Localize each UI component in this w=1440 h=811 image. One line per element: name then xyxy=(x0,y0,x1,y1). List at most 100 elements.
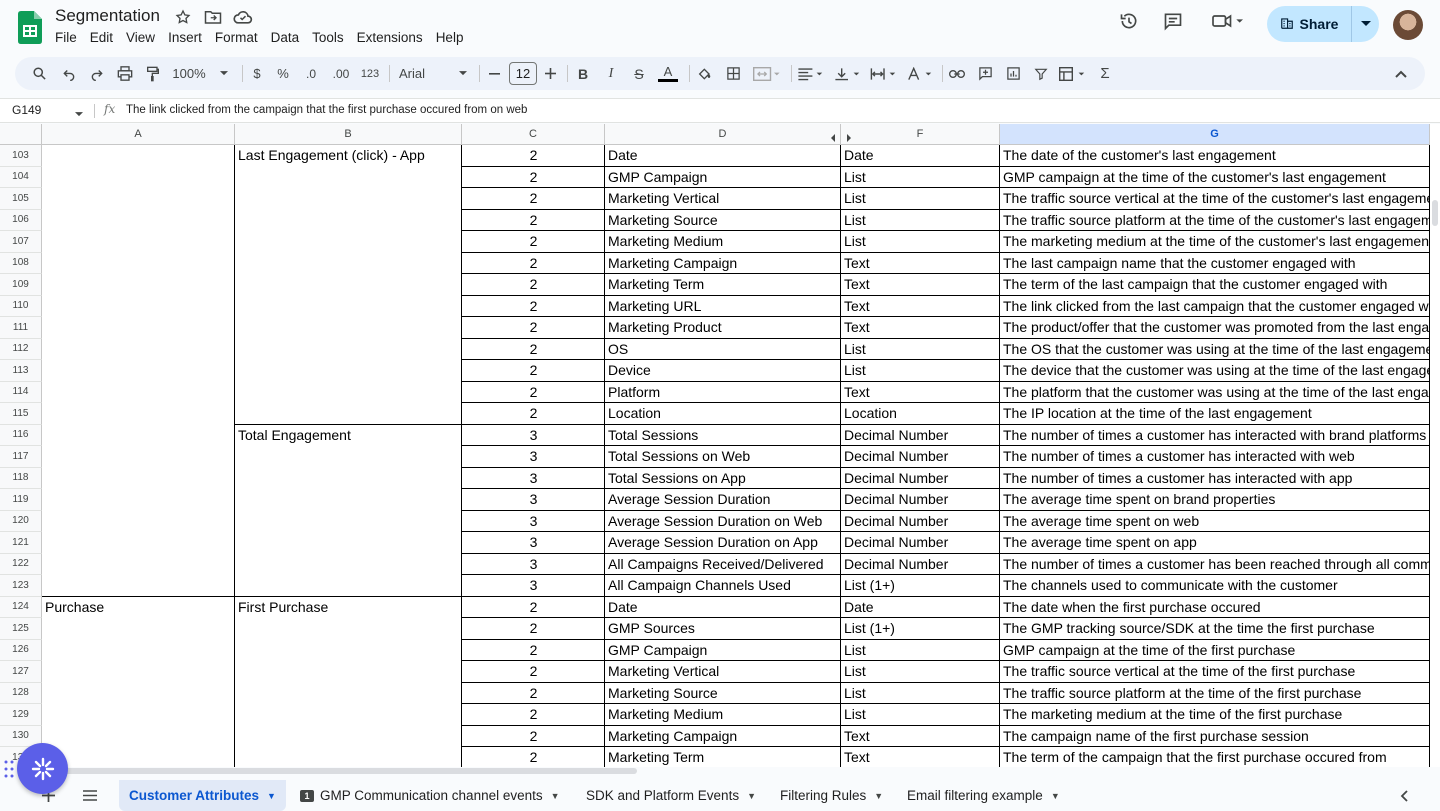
cell-c[interactable]: 2 xyxy=(462,231,605,253)
filter-icon[interactable] xyxy=(1031,62,1051,85)
cell-f[interactable]: Decimal Number xyxy=(841,425,1000,447)
cell-c[interactable]: 2 xyxy=(462,683,605,705)
fill-color-icon[interactable] xyxy=(695,62,715,85)
row-header[interactable]: 117 xyxy=(0,446,42,468)
cell-d[interactable]: Location xyxy=(605,403,841,425)
share-dropdown-icon[interactable] xyxy=(1352,6,1379,42)
cell-d[interactable]: Marketing Vertical xyxy=(605,188,841,210)
row-header[interactable]: 109 xyxy=(0,274,42,296)
cell-f[interactable]: List (1+) xyxy=(841,575,1000,597)
row-header[interactable]: 121 xyxy=(0,532,42,554)
decrease-decimal-button[interactable]: .0 xyxy=(300,62,322,85)
cell-g[interactable]: The platform that the customer was using… xyxy=(1000,382,1430,404)
cell-d[interactable]: Average Session Duration on Web xyxy=(605,511,841,533)
sheets-logo-icon[interactable] xyxy=(18,11,42,44)
cell-f[interactable]: List xyxy=(841,360,1000,382)
assistant-fab-button[interactable] xyxy=(17,743,68,794)
cell-c[interactable]: 3 xyxy=(462,489,605,511)
cell-g[interactable]: The traffic source platform at the time … xyxy=(1000,210,1430,232)
cell-d[interactable]: Total Sessions on App xyxy=(605,468,841,490)
tab-menu-icon[interactable]: ▼ xyxy=(267,791,276,801)
drag-handle-icon[interactable] xyxy=(4,760,14,778)
row-header[interactable]: 105 xyxy=(0,188,42,210)
menu-data[interactable]: Data xyxy=(271,30,307,45)
user-avatar[interactable] xyxy=(1393,10,1423,40)
bold-button[interactable]: B xyxy=(575,62,591,85)
tab-email-filtering[interactable]: Email filtering example ▼ xyxy=(897,780,1070,811)
cell-f[interactable]: Text xyxy=(841,726,1000,748)
cell-g[interactable]: The number of times a customer has inter… xyxy=(1000,446,1430,468)
row-header[interactable]: 113 xyxy=(0,360,42,382)
menu-file[interactable]: File xyxy=(55,30,84,45)
cell-f[interactable]: Decimal Number xyxy=(841,489,1000,511)
cell-c[interactable]: 2 xyxy=(462,188,605,210)
cell-f[interactable]: List xyxy=(841,704,1000,726)
cell-c[interactable]: 2 xyxy=(462,597,605,619)
insert-chart-icon[interactable] xyxy=(1003,62,1023,85)
cell-f[interactable]: Date xyxy=(841,145,1000,167)
cell-d[interactable]: All Campaign Channels Used xyxy=(605,575,841,597)
cell-f[interactable]: Location xyxy=(841,403,1000,425)
collapse-toolbar-icon[interactable] xyxy=(1391,62,1411,85)
cell-d[interactable]: Date xyxy=(605,145,841,167)
undo-icon[interactable] xyxy=(59,62,79,85)
row-header[interactable]: 108 xyxy=(0,252,42,274)
row-header[interactable]: 123 xyxy=(0,575,42,597)
cell-c[interactable]: 2 xyxy=(462,253,605,275)
cell-c[interactable]: 3 xyxy=(462,554,605,576)
cell-c[interactable]: 3 xyxy=(462,511,605,533)
version-history-icon[interactable] xyxy=(1116,8,1142,34)
decrease-font-size-icon[interactable] xyxy=(486,62,502,85)
cell-f[interactable]: List xyxy=(841,661,1000,683)
insert-link-icon[interactable] xyxy=(947,62,967,85)
cell-d[interactable]: Marketing Product xyxy=(605,317,841,339)
cell-g[interactable]: The traffic source platform at the time … xyxy=(1000,683,1430,705)
cell-g[interactable]: The term of the campaign that the first … xyxy=(1000,747,1430,767)
tab-filtering-rules[interactable]: Filtering Rules ▼ xyxy=(770,780,893,811)
cell-a[interactable]: Purchase xyxy=(42,597,235,619)
vertical-scrollbar[interactable] xyxy=(1432,200,1438,226)
row-header[interactable]: 122 xyxy=(0,553,42,575)
select-all-corner[interactable] xyxy=(0,124,42,145)
cell-d[interactable]: Total Sessions xyxy=(605,425,841,447)
cell-d[interactable]: Marketing Medium xyxy=(605,231,841,253)
cell-c[interactable]: 2 xyxy=(462,167,605,189)
italic-button[interactable]: I xyxy=(603,62,619,85)
menu-tools[interactable]: Tools xyxy=(312,30,351,45)
cell-f[interactable]: Text xyxy=(841,253,1000,275)
row-header[interactable]: 110 xyxy=(0,295,42,317)
cell-f[interactable]: Decimal Number xyxy=(841,511,1000,533)
row-header[interactable]: 127 xyxy=(0,661,42,683)
increase-decimal-button[interactable]: .00 xyxy=(328,62,354,85)
cell-d[interactable]: Average Session Duration on App xyxy=(605,532,841,554)
column-header-d[interactable]: D xyxy=(605,124,841,145)
cell-g[interactable]: The date of the customer's last engageme… xyxy=(1000,145,1430,167)
cell-c[interactable]: 2 xyxy=(462,403,605,425)
cell-d[interactable]: Marketing Term xyxy=(605,274,841,296)
menu-extensions[interactable]: Extensions xyxy=(357,30,430,45)
cell-g[interactable]: The average time spent on web xyxy=(1000,511,1430,533)
menu-help[interactable]: Help xyxy=(436,30,471,45)
row-header[interactable]: 107 xyxy=(0,231,42,253)
cell-g[interactable]: The product/offer that the customer was … xyxy=(1000,317,1430,339)
menu-edit[interactable]: Edit xyxy=(90,30,120,45)
horizontal-align-icon[interactable] xyxy=(796,62,826,85)
cell-g[interactable]: The channels used to communicate with th… xyxy=(1000,575,1430,597)
merge-cells-icon[interactable] xyxy=(751,62,783,85)
cell-d[interactable]: Marketing Source xyxy=(605,210,841,232)
cell-f[interactable]: Text xyxy=(841,296,1000,318)
cell-d[interactable]: Device xyxy=(605,360,841,382)
cell-d[interactable]: Platform xyxy=(605,382,841,404)
column-header-g[interactable]: G xyxy=(1000,124,1430,145)
cell-c[interactable]: 2 xyxy=(462,382,605,404)
row-header[interactable]: 129 xyxy=(0,704,42,726)
tab-sdk-platform-events[interactable]: SDK and Platform Events ▼ xyxy=(576,780,766,811)
cell-g[interactable]: The OS that the customer was using at th… xyxy=(1000,339,1430,361)
row-header[interactable]: 112 xyxy=(0,338,42,360)
cell-f[interactable]: Text xyxy=(841,317,1000,339)
row-header[interactable]: 126 xyxy=(0,639,42,661)
cell-g[interactable]: The traffic source vertical at the time … xyxy=(1000,661,1430,683)
text-color-button[interactable]: A xyxy=(657,62,679,85)
row-header[interactable]: 106 xyxy=(0,209,42,231)
cell-g[interactable]: The link clicked from the last campaign … xyxy=(1000,296,1430,318)
